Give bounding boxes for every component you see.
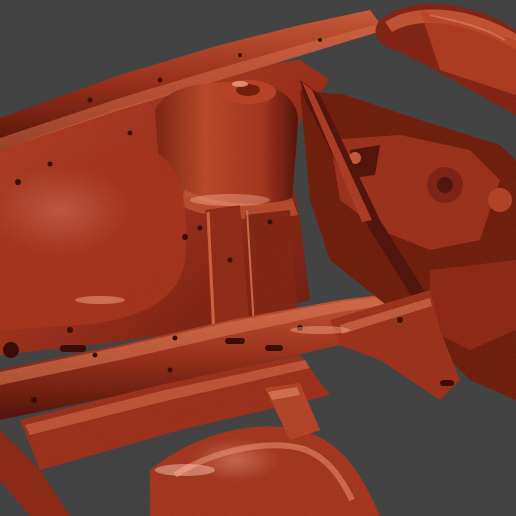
3d-viewport[interactable] [0, 0, 516, 516]
scan-render [0, 3, 516, 516]
mesh-group [0, 3, 516, 516]
